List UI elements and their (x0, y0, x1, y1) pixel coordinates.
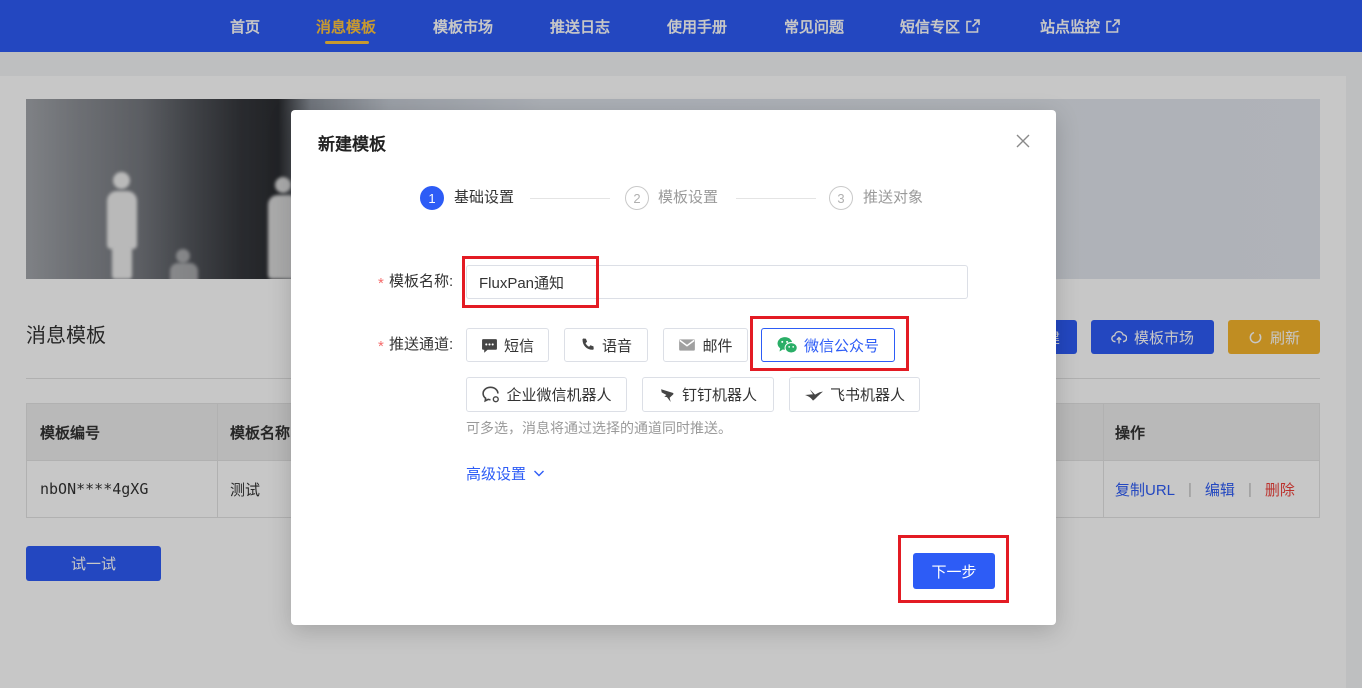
channel-option-label: 钉钉机器人 (681, 387, 757, 404)
highlight-box (750, 316, 909, 371)
step-label: 推送对象 (863, 189, 924, 206)
step-connector (530, 198, 610, 199)
step-number: 3 (829, 186, 853, 210)
phone-icon (580, 337, 596, 353)
channel-option-label: 飞书机器人 (829, 387, 905, 404)
dingtalk-icon (659, 386, 676, 403)
step-label: 模板设置 (658, 189, 719, 206)
step-label: 基础设置 (454, 189, 515, 206)
channel-option-email[interactable]: 邮件 (663, 328, 748, 362)
channel-option-label: 语音 (601, 337, 632, 355)
chevron-down-icon (533, 467, 545, 479)
new-template-dialog: 新建模板 1 基础设置 2 模板设置 3 推送对象 * 模板名称: * 推送通道… (291, 110, 1056, 625)
channel-hint: 可多选，消息将通过选择的通道同时推送。 (466, 420, 732, 436)
step-number: 2 (625, 186, 649, 210)
mail-icon (678, 336, 696, 354)
highlight-box (462, 256, 599, 308)
push-channel-label: 推送通道: (389, 336, 454, 353)
highlight-box (898, 535, 1009, 603)
channel-option-label: 企业微信机器人 (506, 387, 612, 404)
step-number: 1 (420, 186, 444, 210)
dialog-title: 新建模板 (318, 135, 386, 154)
channel-option-wecom-bot[interactable]: 企业微信机器人 (466, 377, 627, 412)
required-mark: * (378, 338, 384, 355)
wecom-icon (481, 385, 500, 404)
channel-option-feishu-bot[interactable]: 飞书机器人 (789, 377, 920, 412)
channel-option-dingtalk-bot[interactable]: 钉钉机器人 (642, 377, 774, 412)
feishu-icon (804, 387, 824, 403)
advanced-settings-label: 高级设置 (466, 465, 527, 483)
app-root: 首页 消息模板 模板市场 推送日志 使用手册 常见问题 短信专区 站点监控 消息… (0, 0, 1362, 688)
channel-option-label: 短信 (503, 337, 534, 355)
sms-icon (481, 337, 498, 354)
step-connector (736, 198, 816, 199)
template-name-label: 模板名称: (389, 273, 454, 290)
advanced-settings-toggle[interactable]: 高级设置 (466, 463, 545, 483)
channel-option-label: 邮件 (702, 337, 733, 355)
channel-option-sms[interactable]: 短信 (466, 328, 549, 362)
close-icon[interactable] (1016, 134, 1030, 148)
required-mark: * (378, 275, 384, 292)
channel-option-voice[interactable]: 语音 (564, 328, 648, 362)
